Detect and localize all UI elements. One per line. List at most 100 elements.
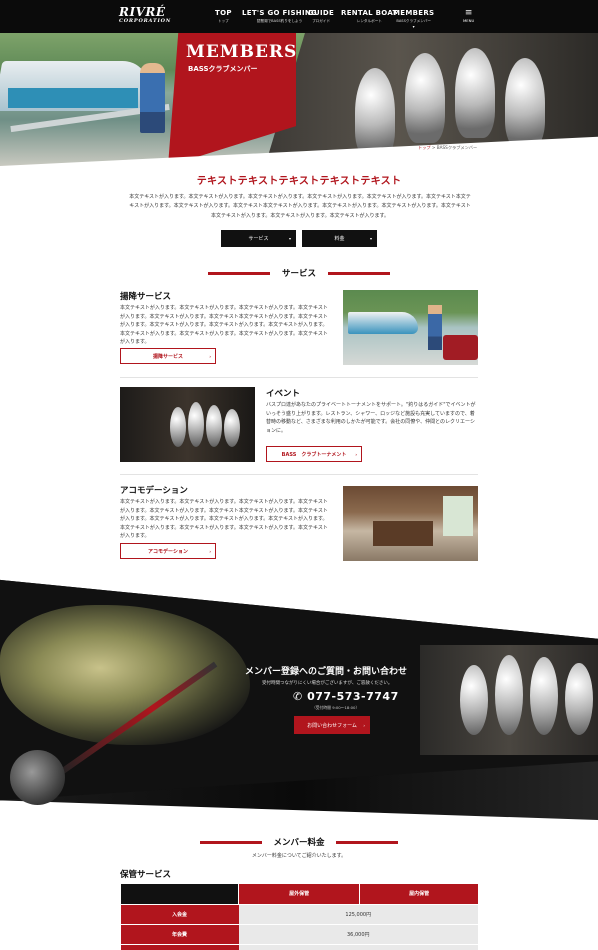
trophy-shape [460,665,488,735]
boat-hull-shape [8,88,138,108]
contact-title: メンバー登録へのご質問・お問い合わせ [245,667,408,677]
breadcrumb: トップ > BASSクラブメンバー [418,145,477,151]
contact-subtitle: 受付時間つながりにくい場合がございますが、ご容赦ください。 [262,681,393,686]
service-photo-event [120,387,255,462]
page: RIVRÉ CORPORATION TOP トップ LET'S GO FISHI… [0,0,598,950]
button-label: BASS クラブトーナメント [281,451,347,458]
trophy-shape [495,655,523,735]
chevron-right-icon: › [209,353,211,359]
nav-label: TOP [215,9,232,17]
logo-main: RIVRÉ [119,5,166,19]
table-header-cell: 屋内保管 [359,884,478,904]
table-cell: 36,000円 [238,923,478,944]
boat-shape [348,312,418,334]
heading-bar-left [200,841,262,844]
trophy-shape [188,402,204,447]
divider [120,474,478,475]
nav-sublabel: プロガイド [312,19,331,23]
trophy-shape [565,663,593,735]
person-shape [428,305,442,350]
nav-label: GUIDE [308,9,335,17]
breadcrumb-current: BASSクラブメンバー [436,145,478,150]
breadcrumb-home-link[interactable]: トップ [418,145,431,150]
vehicle-shape [443,335,478,360]
service-text-event: バスプロ達があなたのプライベートトーナメントをサポート。"釣りはるガイド"でイベ… [266,402,476,434]
nav-item-top[interactable]: TOP トップ [215,9,232,24]
nav-item-guide[interactable]: GUIDE プロガイド [308,9,334,24]
hamburger-icon: ≡ [464,8,473,18]
service-title-accommodation: アコモデーション [120,486,188,496]
contact-form-button[interactable]: お問い合わせフォーム › [294,716,370,734]
trophy-shape [224,409,240,447]
button-label: サービス [248,236,269,242]
trophy-shape [170,407,186,447]
table-header-row: 屋外保管 屋内保管 [120,884,478,904]
fee-table: 屋外保管 屋内保管 入会金 125,000円 年会費 36,000円 [120,884,478,950]
anchor-button-service[interactable]: サービス ▾ [221,230,296,247]
heading-bar-right [328,272,390,275]
button-label: お問い合わせフォーム [307,722,357,729]
phone-icon: ✆ [293,690,303,703]
service-photo-accommodation [343,486,478,561]
band-trophy-photo [420,645,598,755]
table-header-blank [120,884,239,904]
reel-shape [10,750,65,805]
fees-heading-text: メンバー料金 [273,838,325,848]
table-row-label [120,943,239,950]
service-text-landing: 本文テキストが入ります。本文テキストが入ります。本文テキストが入ります。本文テキ… [120,305,328,345]
active-indicator-icon: ▾ [412,24,415,29]
table-row-label: 入会金 [120,903,239,924]
nav-item-members[interactable]: MEMBERS BASSクラブメンバー ▾ [393,9,434,29]
table-header-cell: 屋外保管 [237,884,360,904]
nav-item-lets-go-fishing[interactable]: LET'S GO FISHING 琵琶湖でBASS釣りをしよう [242,9,317,24]
trophy-shape [405,53,445,143]
services-heading-text: サービス [281,269,316,279]
chevron-down-icon: ▾ [288,236,291,241]
chevron-right-icon: › [363,722,365,728]
table-cell [238,943,478,950]
anchor-button-fee[interactable]: 料金 ▾ [302,230,377,247]
trophy-shape [530,657,558,735]
button-label: 料金 [334,236,345,242]
person-shape [140,63,165,133]
nav-label: LET'S GO FISHING [242,9,318,17]
service-text-accommodation: 本文テキストが入ります。本文テキストが入ります。本文テキストが入ります。本文テキ… [120,499,328,539]
service-button-accommodation[interactable]: アコモデーション › [120,543,216,559]
hero-title: MEMBERS [186,42,298,62]
nav-item-rental-boat[interactable]: RENTAL BOAT レンタルボート [341,9,398,24]
counter-shape [373,521,433,546]
heading-bar-right [336,841,398,844]
nav-sublabel: 琵琶湖でBASS釣りをしよう [256,19,303,23]
table-cell: 125,000円 [238,903,478,924]
hero-subtitle: BASSクラブメンバー [188,65,258,73]
window-shape [443,496,473,536]
logo-sub: CORPORATION [119,18,172,24]
chevron-right-icon: › [355,451,357,457]
contact-phone[interactable]: ✆ 077-573-7747 [293,690,399,703]
table-row [120,943,478,950]
button-label: 揚降サービス [152,353,183,360]
site-header: RIVRÉ CORPORATION TOP トップ LET'S GO FISHI… [0,0,598,33]
table-row-label: 年会費 [120,923,239,944]
fees-section-title: 保管サービス [120,870,172,880]
service-photo-landing [343,290,478,365]
nav-sublabel: レンタルボート [356,19,382,23]
fees-heading: メンバー料金 [0,836,598,848]
service-button-landing[interactable]: 揚降サービス › [120,348,216,364]
intro-text: 本文テキストが入ります。本文テキストが入ります。本文テキストが入ります。本文テキ… [129,194,471,219]
trophy-shape [355,68,395,158]
service-button-event[interactable]: BASS クラブトーナメント › [266,446,362,462]
hero-banner [0,33,598,166]
intro-title: テキストテキストテキストテキストテキスト [196,176,402,187]
button-label: アコモデーション [148,548,188,555]
chevron-down-icon: ▾ [369,236,372,241]
chevron-right-icon: › [209,548,211,554]
brand-logo[interactable]: RIVRÉ CORPORATION [119,6,171,24]
fees-subtitle: メンバー料金についてご紹介いたします。 [251,853,347,859]
menu-button[interactable]: ≡ MENU [463,8,474,24]
trophy-shape [505,58,545,148]
divider [120,377,478,378]
contact-hours: （受付時間 9:00〜18:00） [312,705,360,710]
nav-sublabel: トップ [217,19,229,23]
trophy-shape [455,48,495,138]
